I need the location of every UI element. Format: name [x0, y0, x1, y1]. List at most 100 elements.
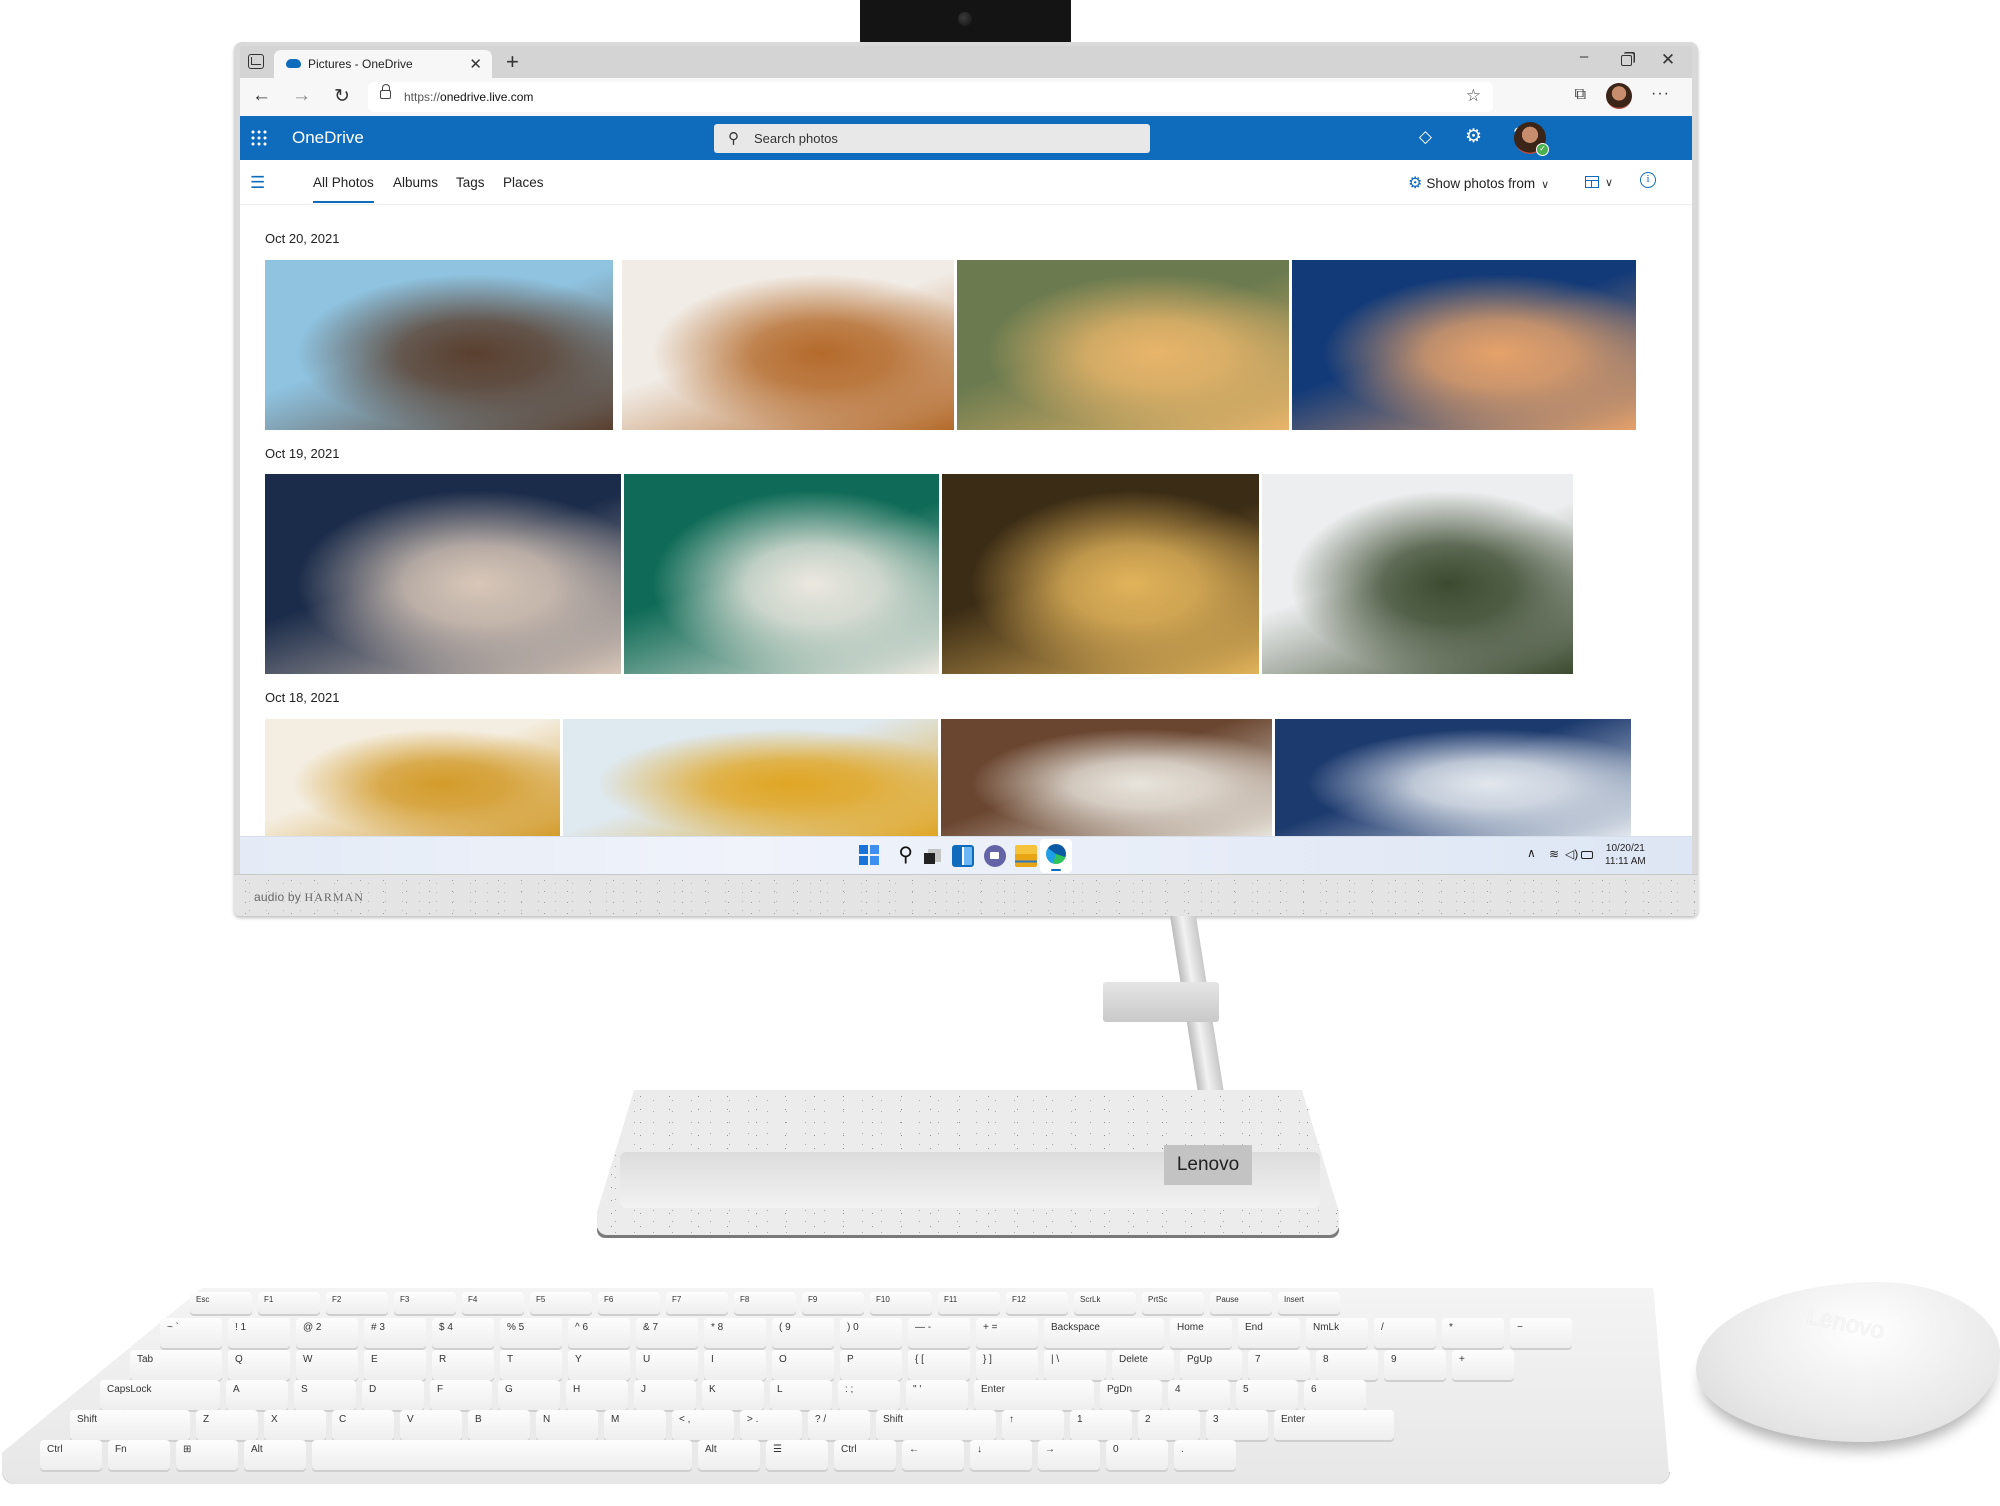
- hamburger-menu-icon[interactable]: ☰: [250, 173, 265, 193]
- key[interactable]: : ;: [838, 1380, 900, 1410]
- key[interactable]: $ 4: [432, 1318, 494, 1348]
- key[interactable]: ↑: [1002, 1410, 1064, 1440]
- key[interactable]: # 3: [364, 1318, 426, 1348]
- browser-profile-avatar[interactable]: [1606, 83, 1632, 109]
- key[interactable]: 9: [1384, 1350, 1446, 1380]
- photo-thumbnail[interactable]: [1262, 474, 1573, 674]
- photo-thumbnail[interactable]: [622, 260, 954, 430]
- address-bar[interactable]: https://onedrive.live.com ☆: [368, 82, 1493, 112]
- key[interactable]: Q: [228, 1350, 290, 1380]
- premium-diamond-icon[interactable]: ◇: [1419, 127, 1432, 147]
- key[interactable]: H: [566, 1380, 628, 1410]
- key[interactable]: U: [636, 1350, 698, 1380]
- key[interactable]: R: [432, 1350, 494, 1380]
- key[interactable]: F1: [258, 1292, 320, 1314]
- taskbar-search-icon[interactable]: ⚲: [891, 842, 913, 866]
- key[interactable]: G: [498, 1380, 560, 1410]
- key[interactable]: Alt: [698, 1440, 760, 1470]
- key[interactable]: Shift: [876, 1410, 996, 1440]
- key[interactable]: ? /: [808, 1410, 870, 1440]
- key[interactable]: Insert: [1278, 1292, 1340, 1314]
- key[interactable]: CapsLock: [100, 1380, 220, 1410]
- key[interactable]: P: [840, 1350, 902, 1380]
- key[interactable]: ☰: [766, 1440, 828, 1470]
- search-input[interactable]: ⚲ Search photos: [714, 124, 1150, 153]
- key[interactable]: F9: [802, 1292, 864, 1314]
- key[interactable]: Enter: [974, 1380, 1094, 1410]
- key[interactable]: Alt: [244, 1440, 306, 1470]
- key[interactable]: F5: [530, 1292, 592, 1314]
- key[interactable]: | \: [1044, 1350, 1106, 1380]
- key[interactable]: 8: [1316, 1350, 1378, 1380]
- key[interactable]: F2: [326, 1292, 388, 1314]
- key[interactable]: L: [770, 1380, 832, 1410]
- edge-icon[interactable]: [1040, 839, 1072, 873]
- tab-places[interactable]: Places: [503, 175, 544, 190]
- more-options-icon[interactable]: ···: [1651, 85, 1670, 103]
- key[interactable]: > .: [740, 1410, 802, 1440]
- key[interactable]: Ctrl: [40, 1440, 102, 1470]
- key[interactable]: ↓: [970, 1440, 1032, 1470]
- key[interactable]: *: [1442, 1318, 1504, 1348]
- key[interactable]: Z: [196, 1410, 258, 1440]
- minimize-button[interactable]: –: [1564, 48, 1604, 65]
- photo-thumbnail[interactable]: [563, 719, 938, 837]
- key[interactable]: 6: [1304, 1380, 1366, 1410]
- key[interactable]: ^ 6: [568, 1318, 630, 1348]
- key[interactable]: < ,: [672, 1410, 734, 1440]
- photo-thumbnail[interactable]: [941, 719, 1272, 837]
- tab-tags[interactable]: Tags: [456, 175, 485, 190]
- key[interactable]: % 5: [500, 1318, 562, 1348]
- key[interactable]: −: [1510, 1318, 1572, 1348]
- info-icon[interactable]: i: [1640, 172, 1656, 188]
- key[interactable]: N: [536, 1410, 598, 1440]
- key[interactable]: Pause: [1210, 1292, 1272, 1314]
- photo-thumbnail[interactable]: [265, 719, 560, 837]
- key[interactable]: F8: [734, 1292, 796, 1314]
- key[interactable]: NmLk: [1306, 1318, 1368, 1348]
- key[interactable]: 1: [1070, 1410, 1132, 1440]
- key[interactable]: F4: [462, 1292, 524, 1314]
- key[interactable]: & 7: [636, 1318, 698, 1348]
- key[interactable]: PgDn: [1100, 1380, 1162, 1410]
- key[interactable]: Esc: [190, 1292, 252, 1314]
- key[interactable]: W: [296, 1350, 358, 1380]
- key[interactable]: K: [702, 1380, 764, 1410]
- mouse[interactable]: Lenovo: [1696, 1282, 2000, 1442]
- key[interactable]: 2: [1138, 1410, 1200, 1440]
- battery-icon[interactable]: [1581, 851, 1593, 859]
- key[interactable]: A: [226, 1380, 288, 1410]
- key[interactable]: D: [362, 1380, 424, 1410]
- key[interactable]: @ 2: [296, 1318, 358, 1348]
- key[interactable]: PgUp: [1180, 1350, 1242, 1380]
- key[interactable]: } ]: [976, 1350, 1038, 1380]
- app-launcher-icon[interactable]: [250, 129, 268, 147]
- key[interactable]: Backspace: [1044, 1318, 1164, 1348]
- key[interactable]: * 8: [704, 1318, 766, 1348]
- key[interactable]: T: [500, 1350, 562, 1380]
- settings-gear-icon[interactable]: ⚙: [1465, 125, 1482, 148]
- key[interactable]: Enter: [1274, 1410, 1394, 1440]
- key[interactable]: " ': [906, 1380, 968, 1410]
- add-favorite-icon[interactable]: ☆: [1466, 86, 1481, 106]
- key[interactable]: + =: [976, 1318, 1038, 1348]
- key[interactable]: [312, 1440, 692, 1470]
- key[interactable]: M: [604, 1410, 666, 1440]
- key[interactable]: F11: [938, 1292, 1000, 1314]
- key[interactable]: .: [1174, 1440, 1236, 1470]
- key[interactable]: S: [294, 1380, 356, 1410]
- key[interactable]: 0: [1106, 1440, 1168, 1470]
- key[interactable]: ) 0: [840, 1318, 902, 1348]
- key[interactable]: 4: [1168, 1380, 1230, 1410]
- volume-icon[interactable]: ◁): [1565, 847, 1578, 861]
- photo-thumbnail[interactable]: [942, 474, 1259, 674]
- photo-thumbnail[interactable]: [1275, 719, 1631, 837]
- key[interactable]: { [: [908, 1350, 970, 1380]
- key[interactable]: V: [400, 1410, 462, 1440]
- key[interactable]: →: [1038, 1440, 1100, 1470]
- key[interactable]: F: [430, 1380, 492, 1410]
- taskbar-clock[interactable]: 10/20/21 11:11 AM: [1605, 842, 1646, 868]
- key[interactable]: E: [364, 1350, 426, 1380]
- key[interactable]: Home: [1170, 1318, 1232, 1348]
- start-icon[interactable]: [859, 845, 881, 867]
